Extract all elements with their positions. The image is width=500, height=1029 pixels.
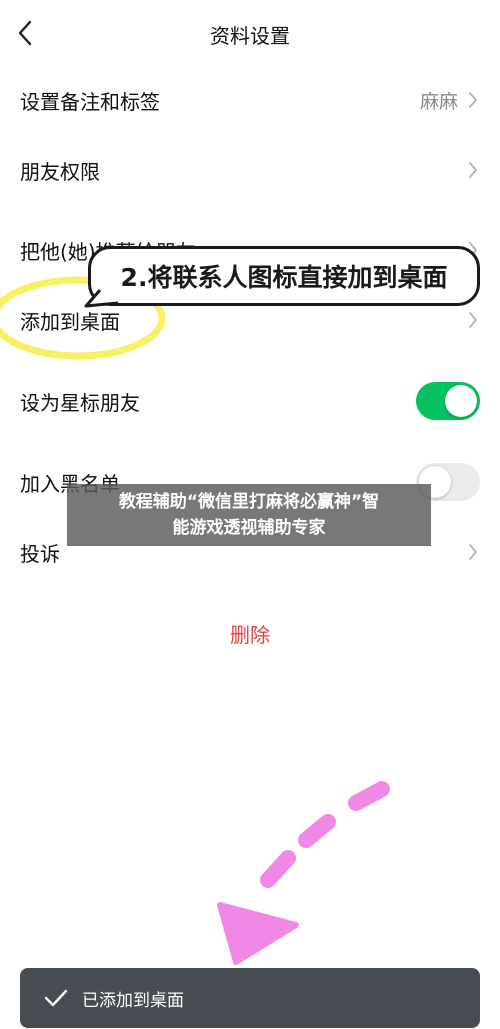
overlay-line-2: 能游戏透视辅助专家 (172, 518, 326, 538)
row-friend-permissions[interactable]: 朋友权限 (0, 130, 500, 210)
annotation-bubble: 2.将联系人图标直接加到桌面 (88, 246, 480, 306)
row-label: 添加到桌面 (20, 309, 120, 334)
top-bar: 资料设置 (0, 0, 500, 68)
back-button[interactable] (8, 16, 42, 50)
chevron-right-icon (466, 159, 480, 181)
checkmark-icon (44, 989, 68, 1007)
chevron-right-icon (466, 309, 480, 331)
toggle-knob (445, 385, 477, 417)
page-title: 资料设置 (210, 23, 290, 48)
row-remark-and-tags[interactable]: 设置备注和标签 麻麻 (0, 60, 500, 140)
row-label: 设置备注和标签 (20, 89, 160, 114)
chevron-right-icon (466, 89, 480, 111)
chevron-left-icon (18, 20, 32, 46)
chevron-right-icon (466, 541, 480, 563)
row-label: 朋友权限 (20, 159, 100, 184)
delete-button[interactable]: 删除 (0, 605, 500, 661)
annotation-text: 2.将联系人图标直接加到桌面 (120, 263, 448, 292)
row-star-friend: 设为星标朋友 (0, 361, 500, 441)
overlay-banner: 教程辅助“微信里打麻将必赢神”智 能游戏透视辅助专家 (67, 484, 431, 546)
overlay-line-1: 教程辅助“微信里打麻将必赢神”智 (118, 492, 380, 512)
remark-value: 麻麻 (419, 90, 458, 113)
row-label: 设为星标朋友 (20, 390, 140, 415)
toast-text: 已添加到桌面 (82, 990, 184, 1011)
toast: 已添加到桌面 (20, 968, 480, 1028)
star-friend-toggle[interactable] (416, 382, 480, 420)
